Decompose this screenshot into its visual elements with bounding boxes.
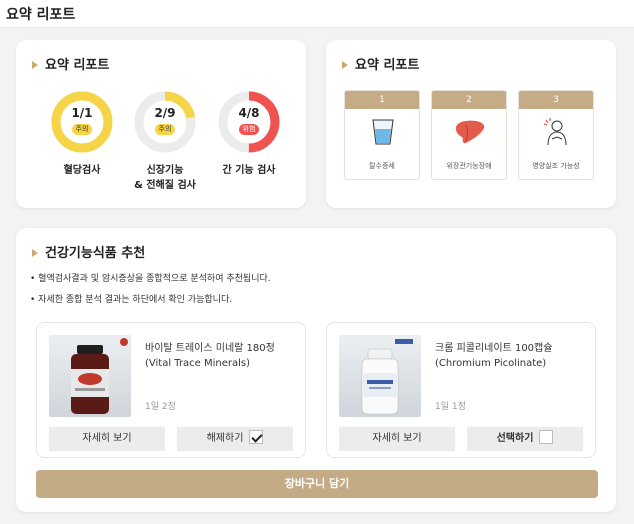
info-bullet: • 혈액검사결과 및 암시증상을 종합적으로 분석하여 추천됩니다. [30,274,271,284]
product-name: 크롬 피콜리네이트 100캡슐 (Chromium Picolinate) [435,341,552,371]
symptom-label: 위장관기능장애 [446,162,492,170]
checkbox[interactable] [249,430,264,444]
deselect-button-label: 해제하기 [206,433,244,444]
add-to-cart-button[interactable]: 장바구니 담기 [36,470,598,498]
symptom-number: 1 [345,91,419,109]
product-name-ko: 바이탈 트레이스 미네랄 180정 [145,343,275,354]
product-dose: 1일 1정 [435,402,466,412]
donut-label: 간 기능 검사 [204,163,294,178]
product-dose: 1일 2정 [145,402,176,412]
supplement-bottle-icon [71,338,128,414]
status-badge: 주의 [72,124,92,135]
info-bullet-text: 혈액검사결과 및 암시증상을 종합적으로 분석하여 추천됩니다. [38,274,271,284]
summary-card-tests: 요약 리포트 1/1 주의 혈당검사 2/9 주의 신장기능 & 전해질 검사 … [16,40,306,208]
symptom-number: 3 [519,91,593,109]
donut-chart [134,91,196,153]
donut-value: 1/1 [71,106,93,120]
select-button[interactable]: 선택하기 [467,427,583,451]
section-title-text: 요약 리포트 [45,58,110,73]
donut-label-line2: & 전해질 검사 [134,180,196,191]
section-title-text: 건강기능식품 추천 [45,246,146,261]
info-bullet: • 자세한 종합 분석 결과는 하단에서 확인 가능합니다. [30,295,233,305]
donut-label: 신장기능 & 전해질 검사 [120,163,210,193]
donut-label: 혈당검사 [37,163,127,178]
donut-blood-sugar: 1/1 주의 [50,90,114,154]
product-name-ko: 크롬 피콜리네이트 100캡슐 [435,343,553,354]
page-title: 요약 리포트 [6,7,76,23]
symptom-card-gi: 2 위장관기능장애 [431,90,507,180]
donut-label-line1: 간 기능 검사 [222,165,276,176]
view-detail-button[interactable]: 자세히 보기 [49,427,165,451]
triangle-bullet-icon [32,248,38,257]
product-card-vital-trace: 바이탈 트레이스 미네랄 180정 (Vital Trace Minerals)… [36,322,306,458]
donut-chart [51,91,113,153]
product-name: 바이탈 트레이스 미네랄 180정 (Vital Trace Minerals) [145,341,275,371]
donut-value: 2/9 [154,106,176,120]
liver-icon [455,120,485,144]
water-glass-icon [372,119,394,145]
section-title-text: 요약 리포트 [355,58,420,73]
section-title: 요약 리포트 [32,54,109,73]
symptom-card-dehydration: 1 탈수증세 [344,90,420,180]
triangle-bullet-icon [32,60,38,69]
status-badge: 위험 [239,124,259,135]
donut-label-line1: 혈당검사 [63,165,101,176]
product-name-en: (Chromium Picolinate) [435,358,547,369]
symptom-label: 영양실조 가능성 [532,162,580,170]
product-name-en: (Vital Trace Minerals) [145,358,251,369]
triangle-bullet-icon [342,60,348,69]
view-detail-button[interactable]: 자세히 보기 [339,427,455,451]
donut-value: 4/8 [238,106,260,120]
status-badge: 주의 [155,124,175,135]
product-card-chromium: 크롬 피콜리네이트 100캡슐 (Chromium Picolinate) 1일… [326,322,596,458]
product-image [339,335,421,417]
section-title: 요약 리포트 [342,54,419,73]
supplement-bottle-icon [361,339,413,415]
select-button-label: 선택하기 [496,433,534,444]
donut-liver: 4/8 위험 [217,90,281,154]
section-title: 건강기능식품 추천 [32,242,145,261]
symptom-card-malnutrition: 3 영양실조 가능성 [518,90,594,180]
symptom-number: 2 [432,91,506,109]
product-image [49,335,131,417]
top-bar: 요약 리포트 [0,0,634,28]
info-bullet-text: 자세한 종합 분석 결과는 하단에서 확인 가능합니다. [38,295,233,305]
deselect-button[interactable]: 해제하기 [177,427,293,451]
donut-label-line1: 신장기능 [146,165,184,176]
donut-kidney: 2/9 주의 [133,90,197,154]
checkbox[interactable] [539,430,554,444]
donut-chart [218,91,280,153]
malnutrition-icon [543,118,567,146]
symptom-label: 탈수증세 [369,162,395,170]
